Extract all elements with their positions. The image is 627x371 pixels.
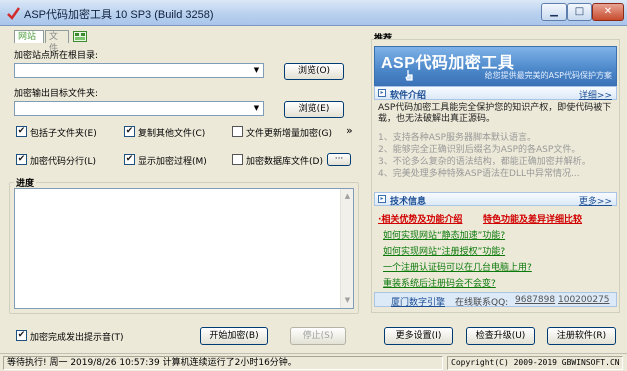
title-bar[interactable]: ASP代码加密工具 10 SP3 (Build 3258) ▁ □ ✕ [0, 0, 627, 26]
tech-link[interactable]: ·相关优势及功能介绍 [378, 212, 462, 225]
stop-button[interactable]: 停止(S) [290, 327, 346, 345]
promo-banner[interactable]: ASP代码加密工具 给您提供最完美的ASP代码保护方案 [374, 46, 617, 86]
maximize-icon: □ [574, 6, 585, 17]
site-root-select[interactable]: ▼ [14, 63, 264, 78]
tech-link[interactable]: 特色功能及差异详细比较 [483, 212, 582, 225]
expand-options-button[interactable]: » [346, 124, 353, 137]
notify-sound-label: 加密完成发出提示音(T) [30, 333, 124, 343]
company-link[interactable]: 厦门数字引擎 [391, 295, 445, 308]
banner-subtitle: 给您提供最完美的ASP代码保护方案 [484, 71, 612, 80]
split-code-lines-label: 加密代码分行(L) [30, 157, 97, 167]
tech-title: 技术信息 [390, 197, 427, 207]
tab-website[interactable]: 网站 [14, 30, 44, 43]
minimize-button[interactable]: ▁ [541, 3, 567, 21]
register-button[interactable]: 注册软件(R) [547, 327, 616, 345]
incremental-encrypt-checkbox[interactable] [232, 126, 243, 137]
qq-number-2[interactable]: 100200275 [558, 295, 610, 305]
close-button[interactable]: ✕ [592, 3, 624, 21]
status-bar: 等待执行! 周一 2019/8/26 10:57:39 计算机连续运行了2小时1… [0, 353, 627, 371]
minimize-icon: ▁ [550, 6, 558, 17]
tech-link[interactable]: 重装系统后注册码会不会变? [383, 276, 496, 289]
scroll-down-icon[interactable]: ▼ [342, 295, 353, 306]
check-update-button[interactable]: 检查升级(U) [466, 327, 535, 345]
main-window: ASP代码加密工具 10 SP3 (Build 3258) ▁ □ ✕ 网站 文… [0, 0, 627, 371]
app-icon [7, 7, 20, 20]
status-message: 等待执行! 周一 2019/8/26 10:57:39 计算机连续运行了2小时1… [3, 356, 443, 370]
more-settings-button[interactable]: 更多设置(I) [384, 327, 453, 345]
section-bullet-icon: ▸ [378, 89, 386, 97]
copyright-text: Copyright(C) 2009-2019 GBWINSOFT.CN [447, 356, 623, 370]
tech-link[interactable]: 如何实现网站“注册授权”功能? [383, 244, 505, 257]
scroll-up-icon[interactable]: ▲ [342, 191, 353, 202]
encrypt-database-label: 加密数据库文件(D) [246, 157, 323, 167]
tab-file[interactable]: 文件 [45, 30, 69, 54]
maximize-button[interactable]: □ [567, 3, 592, 21]
browse-output-button[interactable]: 浏览(E) [284, 101, 344, 118]
tech-link[interactable]: 一个注册认证码可以在几台电脑上用? [383, 260, 532, 273]
tech-header: ▸ 技术信息 更多>> [374, 192, 617, 207]
contact-bar: 厦门数字引擎 在线联系QQ: 9687898 100200275 [374, 292, 617, 308]
feature-item: 3、不论多么复杂的语法结构，都能正确加密并解析。 [378, 157, 591, 167]
tech-more-link[interactable]: 更多>> [579, 194, 612, 207]
browse-source-button[interactable]: 浏览(O) [284, 63, 344, 80]
progress-log[interactable]: ▲ ▼ [14, 188, 354, 309]
intro-text: ASP代码加密工具能完全保护您的知识产权，即使代码被下载，也无法破解出真正源码。 [378, 103, 612, 124]
site-root-label: 加密站点所在根目录: [14, 51, 99, 61]
close-icon: ✕ [603, 6, 613, 17]
encrypt-database-checkbox[interactable] [232, 154, 243, 165]
tech-link[interactable]: 如何实现网站“静态加速”功能? [383, 228, 505, 241]
progress-scrollbar[interactable]: ▲ ▼ [340, 189, 353, 308]
feature-item: 2、能够完全正确识别后缀名为ASP的各ASP文件。 [378, 145, 581, 155]
copy-other-files-checkbox[interactable]: ✔ [124, 126, 135, 137]
window-title: ASP代码加密工具 10 SP3 (Build 3258) [24, 9, 214, 21]
hand-cursor-icon [405, 70, 413, 81]
show-process-checkbox[interactable]: ✔ [124, 154, 135, 165]
database-options-button[interactable]: ··· [327, 153, 351, 166]
output-folder-select[interactable]: ▼ [14, 101, 264, 116]
notify-sound-checkbox[interactable]: ✔ [16, 330, 27, 341]
qq-number-1[interactable]: 9687898 [515, 295, 555, 305]
section-bullet-icon: ▸ [378, 195, 386, 203]
settings-toggle-icon[interactable] [73, 31, 87, 42]
chevron-down-icon[interactable]: ▼ [251, 65, 262, 76]
output-folder-label: 加密输出目标文件夹: [14, 89, 99, 99]
show-process-label: 显示加密过程(M) [138, 157, 207, 167]
include-subfolders-label: 包括子文件夹(E) [30, 129, 97, 139]
start-encrypt-button[interactable]: 开始加密(B) [200, 327, 268, 345]
qq-label: 在线联系QQ: [455, 298, 509, 308]
intro-header: ▸ 软件介绍 详细>> [374, 86, 617, 101]
split-code-lines-checkbox[interactable]: ✔ [16, 154, 27, 165]
intro-title: 软件介绍 [390, 91, 427, 101]
feature-item: 4、完美处理多种特殊ASP语法在DLL中异常情况... [378, 169, 580, 179]
feature-item: 1、支持各种ASP服务器脚本默认语言。 [378, 133, 537, 143]
recommend-panel: ASP代码加密工具 给您提供最完美的ASP代码保护方案 ▸ 软件介绍 详细>> … [371, 39, 620, 313]
intro-more-link[interactable]: 详细>> [579, 88, 612, 101]
copy-other-files-label: 复制其他文件(C) [138, 129, 206, 139]
chevron-down-icon[interactable]: ▼ [251, 103, 262, 114]
incremental-encrypt-label: 文件更新增量加密(G) [246, 129, 332, 139]
include-subfolders-checkbox[interactable]: ✔ [16, 126, 27, 137]
